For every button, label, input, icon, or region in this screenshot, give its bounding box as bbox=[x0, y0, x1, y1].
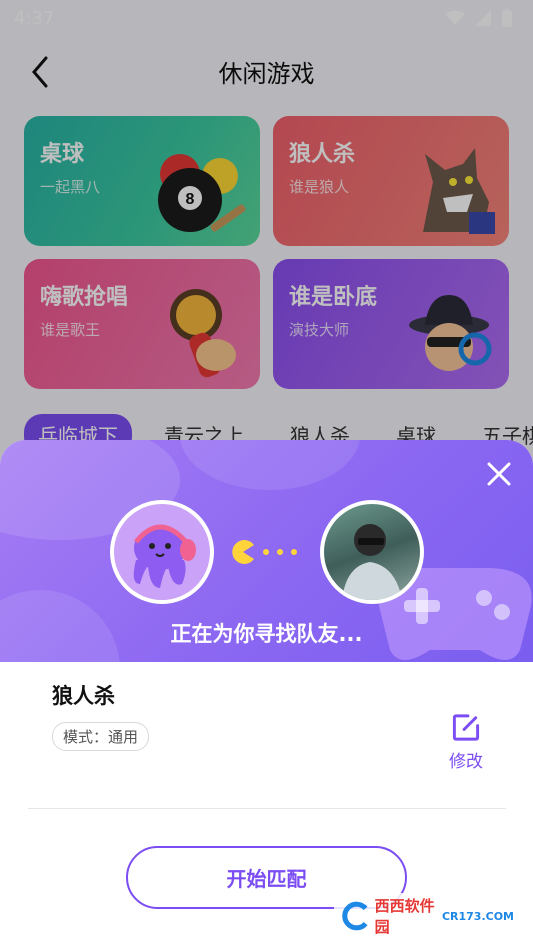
edit-icon bbox=[452, 714, 480, 741]
close-button[interactable] bbox=[483, 458, 515, 490]
decor-bubble bbox=[180, 440, 360, 490]
teammate-photo bbox=[324, 504, 420, 600]
watermark-site: CR173.COM bbox=[441, 909, 514, 923]
teammate-avatar bbox=[320, 500, 424, 604]
edit-button[interactable]: 修改 bbox=[444, 712, 488, 772]
watermark-text: 西西软件园 bbox=[374, 897, 435, 936]
octopus-headphones-icon bbox=[133, 524, 196, 588]
person-photo-icon bbox=[342, 524, 402, 600]
selected-game-info: 狼人杀 模式：通用 bbox=[52, 680, 150, 751]
selected-game-name: 狼人杀 bbox=[52, 684, 115, 708]
watermark-c-icon bbox=[342, 901, 368, 931]
octopus-avatar bbox=[114, 504, 210, 600]
edit-label: 修改 bbox=[449, 752, 483, 772]
watermark-logo: 西西软件园 CR173.COM bbox=[334, 893, 514, 939]
matching-bottom-sheet: 正在为你寻找队友... 狼人杀 模式：通用 修改 开始匹配 bbox=[0, 440, 533, 948]
my-avatar bbox=[110, 500, 214, 604]
close-icon bbox=[487, 462, 511, 486]
pacman-loading-icon bbox=[232, 540, 297, 564]
mode-tag: 模式：通用 bbox=[52, 722, 150, 751]
divider bbox=[28, 808, 506, 809]
matching-header: 正在为你寻找队友... bbox=[0, 440, 533, 750]
matching-status-text: 正在为你寻找队友... bbox=[170, 622, 363, 646]
